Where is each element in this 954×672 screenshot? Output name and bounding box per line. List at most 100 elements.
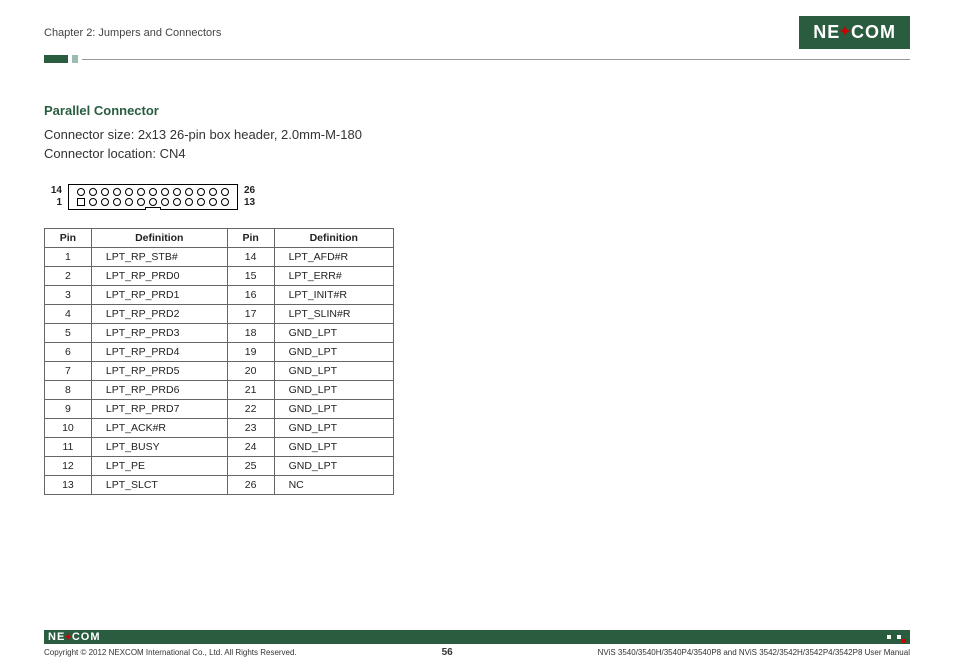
pin-square-icon — [77, 198, 85, 206]
connector-box-icon — [68, 184, 238, 210]
cell-pin: 11 — [45, 437, 92, 456]
cell-pin: 3 — [45, 285, 92, 304]
cell-pin: 19 — [227, 342, 274, 361]
table-row: 1LPT_RP_STB#14LPT_AFD#R — [45, 247, 394, 266]
table-row: 10LPT_ACK#R23GND_LPT — [45, 418, 394, 437]
cell-definition: LPT_RP_PRD5 — [91, 361, 227, 380]
pin-row-top — [77, 188, 229, 196]
th-def-1: Definition — [91, 228, 227, 247]
cell-pin: 4 — [45, 304, 92, 323]
table-row: 2LPT_RP_PRD015LPT_ERR# — [45, 266, 394, 285]
document-title: NViS 3540/3540H/3540P4/3540P8 and NViS 3… — [598, 648, 910, 657]
section-title: Parallel Connector — [44, 103, 910, 118]
th-pin-2: Pin — [227, 228, 274, 247]
cell-definition: GND_LPT — [274, 323, 393, 342]
footer-bar: NE✦COM — [44, 630, 910, 644]
cell-definition: LPT_INIT#R — [274, 285, 393, 304]
cell-definition: GND_LPT — [274, 380, 393, 399]
table-row: 8LPT_RP_PRD621GND_LPT — [45, 380, 394, 399]
cell-definition: LPT_RP_PRD3 — [91, 323, 227, 342]
pin-circle-icon — [101, 198, 109, 206]
cell-definition: GND_LPT — [274, 399, 393, 418]
cell-pin: 9 — [45, 399, 92, 418]
cell-pin: 1 — [45, 247, 92, 266]
page-number: 56 — [442, 647, 453, 658]
pin-circle-icon — [197, 188, 205, 196]
table-row: 7LPT_RP_PRD520GND_LPT — [45, 361, 394, 380]
cell-pin: 6 — [45, 342, 92, 361]
cell-pin: 24 — [227, 437, 274, 456]
cell-pin: 18 — [227, 323, 274, 342]
cell-definition: LPT_RP_PRD6 — [91, 380, 227, 399]
cell-definition: LPT_PE — [91, 456, 227, 475]
pin-circle-icon — [125, 198, 133, 206]
pin-circle-icon — [161, 198, 169, 206]
pin-circle-icon — [77, 188, 85, 196]
connector-description: Connector size: 2x13 26-pin box header, … — [44, 126, 910, 164]
pin-circle-icon — [101, 188, 109, 196]
nexcom-logo-bottom: NE✦COM — [44, 631, 101, 643]
cell-pin: 7 — [45, 361, 92, 380]
table-row: 6LPT_RP_PRD419GND_LPT — [45, 342, 394, 361]
cell-definition: LPT_SLCT — [91, 475, 227, 494]
cell-definition: LPT_RP_PRD0 — [91, 266, 227, 285]
cell-definition: LPT_RP_STB# — [91, 247, 227, 266]
pin-circle-icon — [113, 198, 121, 206]
cell-definition: LPT_SLIN#R — [274, 304, 393, 323]
pin-circle-icon — [173, 198, 181, 206]
cell-definition: LPT_RP_PRD4 — [91, 342, 227, 361]
cell-definition: NC — [274, 475, 393, 494]
pin-circle-icon — [161, 188, 169, 196]
connector-diagram: 14 1 26 13 — [44, 184, 910, 210]
copyright-text: Copyright © 2012 NEXCOM International Co… — [44, 648, 297, 657]
pin-circle-icon — [173, 188, 181, 196]
cell-definition: LPT_ERR# — [274, 266, 393, 285]
table-header-row: Pin Definition Pin Definition — [45, 228, 394, 247]
table-row: 12LPT_PE25GND_LPT — [45, 456, 394, 475]
pin-label-1: 1 — [44, 197, 62, 209]
cell-pin: 20 — [227, 361, 274, 380]
cell-pin: 13 — [45, 475, 92, 494]
pin-label-26: 26 — [244, 185, 262, 197]
table-row: 11LPT_BUSY24GND_LPT — [45, 437, 394, 456]
table-row: 5LPT_RP_PRD318GND_LPT — [45, 323, 394, 342]
cell-definition: GND_LPT — [274, 456, 393, 475]
pin-labels-right: 26 13 — [244, 185, 262, 209]
pin-circle-icon — [113, 188, 121, 196]
page-footer: NE✦COM Copyright © 2012 NEXCOM Internati… — [0, 630, 954, 658]
cell-definition: GND_LPT — [274, 361, 393, 380]
table-row: 3LPT_RP_PRD116LPT_INIT#R — [45, 285, 394, 304]
cell-pin: 23 — [227, 418, 274, 437]
cell-pin: 21 — [227, 380, 274, 399]
cell-pin: 14 — [227, 247, 274, 266]
pin-circle-icon — [137, 198, 145, 206]
cell-definition: LPT_RP_PRD2 — [91, 304, 227, 323]
pin-circle-icon — [221, 198, 229, 206]
pin-row-bottom — [77, 198, 229, 206]
cell-definition: LPT_RP_PRD1 — [91, 285, 227, 304]
nexcom-logo-top: NE✦COM — [799, 16, 910, 49]
cell-pin: 8 — [45, 380, 92, 399]
cell-definition: LPT_RP_PRD7 — [91, 399, 227, 418]
cell-pin: 2 — [45, 266, 92, 285]
connector-location-line: Connector location: CN4 — [44, 145, 910, 164]
pin-circle-icon — [209, 198, 217, 206]
page-header: Chapter 2: Jumpers and Connectors NE✦COM — [44, 16, 910, 49]
cell-pin: 5 — [45, 323, 92, 342]
footer-text-row: Copyright © 2012 NEXCOM International Co… — [44, 647, 910, 658]
cell-pin: 26 — [227, 475, 274, 494]
pin-circle-icon — [197, 198, 205, 206]
connector-notch-icon — [145, 207, 161, 210]
table-row: 9LPT_RP_PRD722GND_LPT — [45, 399, 394, 418]
cell-definition: GND_LPT — [274, 342, 393, 361]
th-def-2: Definition — [274, 228, 393, 247]
cell-pin: 10 — [45, 418, 92, 437]
cell-definition: LPT_ACK#R — [91, 418, 227, 437]
table-row: 13LPT_SLCT26NC — [45, 475, 394, 494]
chapter-title: Chapter 2: Jumpers and Connectors — [44, 27, 221, 39]
pin-label-13: 13 — [244, 197, 262, 209]
pin-circle-icon — [149, 188, 157, 196]
header-divider — [44, 55, 910, 63]
pin-circle-icon — [185, 198, 193, 206]
pin-circle-icon — [209, 188, 217, 196]
